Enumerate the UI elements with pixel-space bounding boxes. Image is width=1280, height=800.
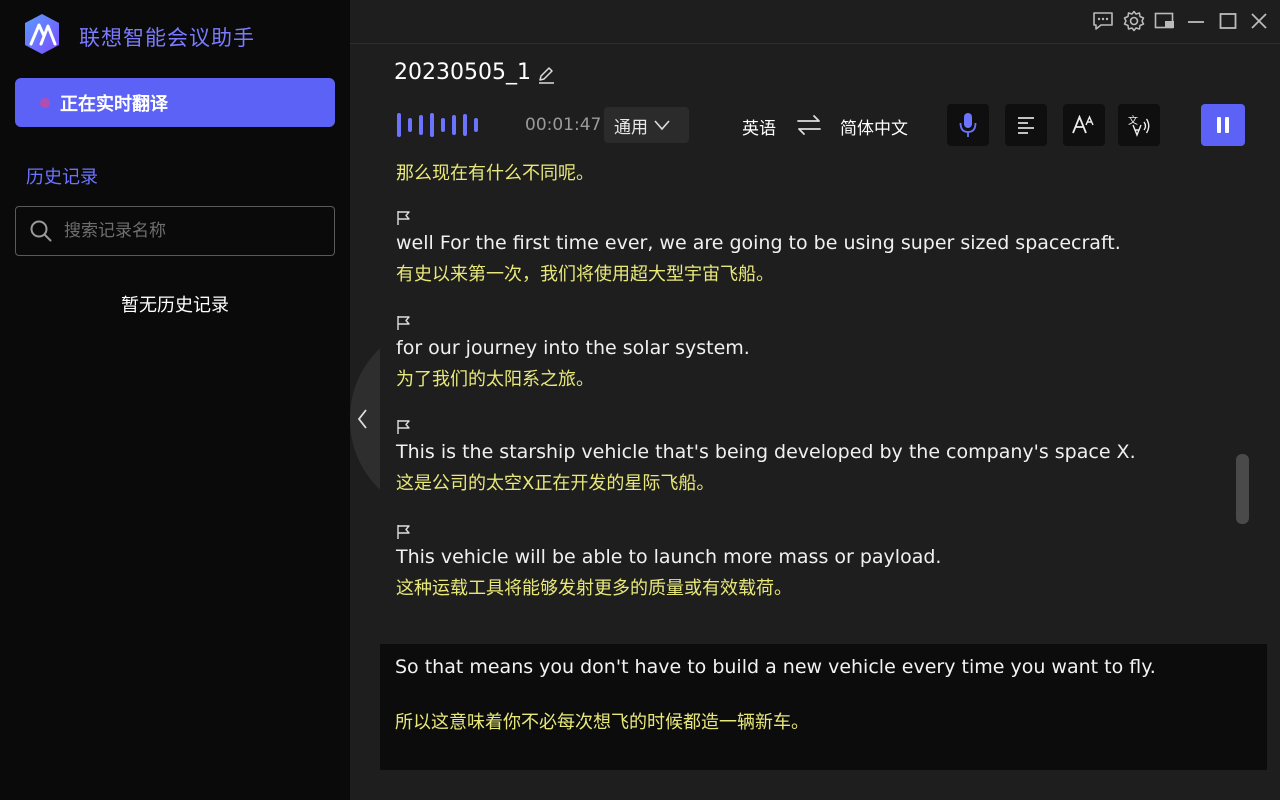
transcript-translation-text: 为了我们的太阳系之旅。 (396, 369, 594, 390)
window-title-bar (350, 0, 1280, 44)
settings-icon[interactable] (1121, 8, 1147, 34)
font-size-button[interactable] (1063, 104, 1105, 146)
microphone-icon (959, 113, 977, 137)
flag-icon[interactable] (396, 419, 412, 435)
close-icon[interactable] (1246, 8, 1272, 34)
pause-icon (1217, 117, 1229, 133)
empty-history-message: 暂无历史记录 (121, 295, 229, 316)
transcript-scrollbar[interactable] (1236, 454, 1249, 524)
target-language[interactable]: 简体中文 (840, 114, 908, 139)
align-text-button[interactable] (1005, 104, 1047, 146)
transcript-entry: well For the first time ever, we are goi… (396, 210, 1121, 286)
recording-dot-icon (40, 97, 50, 108)
collapse-sidebar-tab[interactable] (350, 348, 380, 490)
font-size-icon (1072, 115, 1094, 134)
flag-icon[interactable] (396, 524, 412, 540)
search-icon (30, 220, 52, 242)
live-translate-button[interactable]: 正在实时翻译 (15, 78, 335, 127)
source-language[interactable]: 英语 (742, 114, 776, 139)
live-caption-panel: So that means you don't have to build a … (380, 644, 1267, 770)
chevron-down-icon (654, 120, 670, 131)
speech-translate-icon: 文 (1128, 114, 1150, 137)
session-title: 20230505_1 (394, 60, 531, 85)
align-text-icon (1018, 117, 1034, 134)
mode-select[interactable]: 通用 (604, 107, 689, 143)
transcript-translation-text: 这种运载工具将能够发射更多的质量或有效载荷。 (396, 578, 792, 599)
flag-icon[interactable] (396, 210, 412, 226)
edit-title-icon[interactable] (536, 65, 556, 85)
audio-waveform (397, 111, 478, 139)
feedback-icon[interactable] (1090, 8, 1116, 34)
transcript-entry: This is the starship vehicle that's bein… (396, 419, 1136, 495)
transcript-source-text: for our journey into the solar system. (396, 337, 750, 359)
sidebar: 联想智能会议助手 正在实时翻译 历史记录 暂无历史记录 (0, 0, 350, 800)
history-search-box[interactable] (15, 206, 335, 256)
app-logo-icon (25, 14, 59, 54)
app-title: 联想智能会议助手 (79, 26, 255, 50)
transcript-entry: for our journey into the solar system. 为… (396, 315, 750, 391)
mini-window-icon[interactable] (1152, 8, 1178, 34)
mode-label: 通用 (614, 117, 648, 138)
swap-languages-icon[interactable] (795, 112, 823, 138)
history-search-input[interactable] (62, 220, 316, 242)
flag-icon[interactable] (396, 315, 412, 331)
transcript-entry: This vehicle will be able to launch more… (396, 524, 941, 600)
transcript-partial-translation: 那么现在有什么不同呢。 (396, 163, 594, 184)
transcript-translation-text: 这是公司的太空X正在开发的星际飞船。 (396, 473, 715, 494)
microphone-button[interactable] (947, 104, 989, 146)
recording-timer: 00:01:47 (525, 115, 602, 135)
live-source-text: So that means you don't have to build a … (395, 656, 1156, 678)
transcript-source-text: This is the starship vehicle that's bein… (396, 441, 1136, 463)
transcript-translation-text: 有史以来第一次，我们将使用超大型宇宙飞船。 (396, 264, 774, 285)
control-bar: 00:01:47 通用 英语 简体中文 文 (350, 100, 1280, 150)
pause-button[interactable] (1201, 104, 1245, 146)
maximize-icon[interactable] (1215, 8, 1241, 34)
speech-translate-button[interactable]: 文 (1118, 104, 1160, 146)
transcript-source-text: well For the first time ever, we are goi… (396, 232, 1121, 254)
minimize-icon[interactable] (1183, 8, 1209, 34)
history-tab[interactable]: 历史记录 (26, 163, 98, 189)
transcript-source-text: This vehicle will be able to launch more… (396, 546, 942, 568)
live-translation-text: 所以这意味着你不必每次想飞的时候都造一辆新车。 (395, 712, 809, 733)
live-translate-label: 正在实时翻译 (60, 93, 168, 115)
